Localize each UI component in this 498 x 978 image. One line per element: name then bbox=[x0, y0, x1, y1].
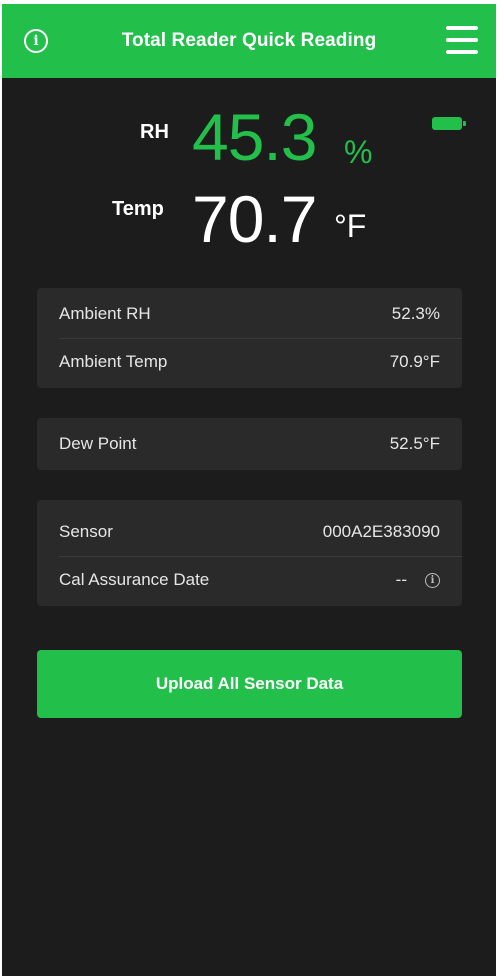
menu-line bbox=[446, 50, 478, 54]
divider bbox=[59, 556, 462, 557]
ambient-temp-row: Ambient Temp 70.9°F bbox=[59, 352, 440, 372]
battery-icon bbox=[432, 117, 466, 130]
sensor-card: Sensor 000A2E383090 Cal Assurance Date -… bbox=[37, 500, 462, 606]
cal-date-label: Cal Assurance Date bbox=[59, 570, 210, 589]
ambient-rh-label: Ambient RH bbox=[59, 304, 151, 323]
rh-label: RH bbox=[140, 121, 169, 143]
rh-value: 45.3 bbox=[192, 100, 317, 174]
rh-unit: % bbox=[344, 134, 373, 170]
sensor-row: Sensor 000A2E383090 bbox=[59, 522, 440, 542]
ambient-temp-label: Ambient Temp bbox=[59, 352, 168, 371]
ambient-card: Ambient RH 52.3% Ambient Temp 70.9°F bbox=[37, 288, 462, 388]
info-icon[interactable]: i bbox=[425, 572, 440, 588]
header-bar: i Total Reader Quick Reading bbox=[2, 4, 496, 78]
dew-point-card: Dew Point 52.5°F bbox=[37, 418, 462, 470]
cal-date-value-wrap: -- i bbox=[396, 570, 440, 590]
ambient-rh-value: 52.3% bbox=[391, 304, 440, 323]
ambient-rh-row: Ambient RH 52.3% bbox=[59, 304, 440, 324]
temp-label: Temp bbox=[112, 198, 164, 220]
app-screen: i Total Reader Quick Reading RH 45.3 % T… bbox=[2, 4, 496, 976]
temp-value: 70.7 bbox=[192, 182, 317, 256]
upload-all-button[interactable]: Upload All Sensor Data bbox=[37, 650, 462, 718]
cal-date-row: Cal Assurance Date -- i bbox=[59, 570, 440, 590]
temp-unit: °F bbox=[334, 208, 367, 244]
hamburger-menu-icon[interactable] bbox=[446, 26, 478, 54]
cal-date-value: -- bbox=[395, 570, 407, 589]
dew-point-label: Dew Point bbox=[59, 434, 137, 453]
ambient-temp-value: 70.9°F bbox=[389, 352, 440, 371]
menu-line bbox=[446, 38, 478, 42]
sensor-label: Sensor bbox=[59, 522, 113, 541]
sensor-id-value: 000A2E383090 bbox=[322, 522, 440, 541]
menu-line bbox=[446, 26, 478, 30]
dew-point-row: Dew Point 52.5°F bbox=[59, 434, 440, 454]
divider bbox=[59, 338, 462, 339]
page-title: Total Reader Quick Reading bbox=[121, 30, 377, 51]
info-icon[interactable]: i bbox=[24, 29, 48, 53]
dew-point-value: 52.5°F bbox=[389, 434, 440, 453]
